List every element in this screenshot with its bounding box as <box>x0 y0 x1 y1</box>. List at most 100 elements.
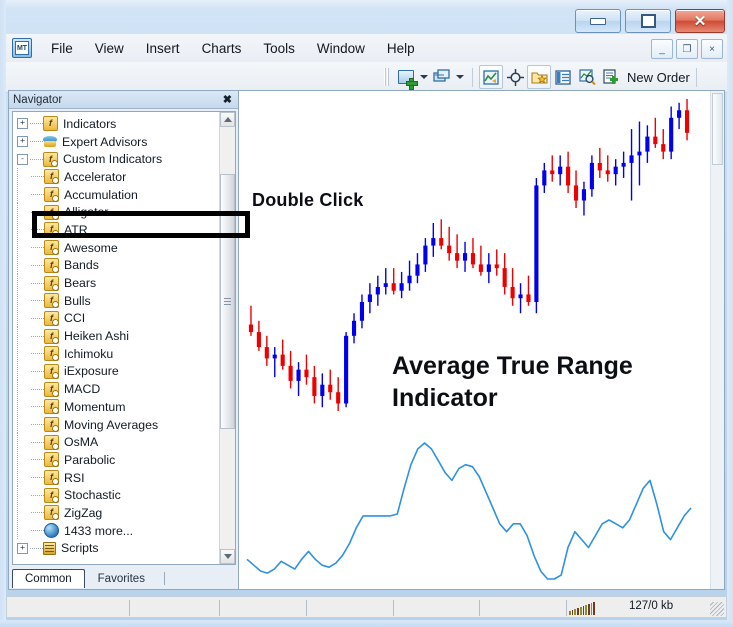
tree-item-1433-more[interactable]: 1433 more... <box>17 521 220 540</box>
tree-item-ichimoku[interactable]: f Ichimoku <box>17 344 220 363</box>
resize-grip[interactable] <box>710 602 724 616</box>
tree-item-osma[interactable]: f OsMA <box>17 433 220 452</box>
window-frame-left <box>0 0 6 627</box>
tree-item-bands[interactable]: f Bands <box>17 256 220 275</box>
close-button[interactable]: ✕ <box>675 9 725 33</box>
tree-item-parabolic[interactable]: f Parabolic <box>17 451 220 469</box>
tree-item-label: Bears <box>64 276 97 291</box>
annotation-double-click: Double Click <box>252 190 364 210</box>
tree-connector <box>17 256 18 275</box>
tree-item-iexposure[interactable]: f iExposure <box>17 362 220 381</box>
price-chart-svg <box>246 99 692 580</box>
signal-bars-icon <box>569 602 596 615</box>
tree-item-label: Moving Averages <box>64 417 159 432</box>
tree-item-alligator[interactable]: f Alligator <box>17 203 220 222</box>
mdi-restore-button[interactable]: ❐ <box>676 39 698 59</box>
menu-insert[interactable]: Insert <box>135 38 191 59</box>
tree-connector <box>17 486 18 505</box>
crosshair-icon[interactable] <box>503 65 527 89</box>
tree-item-awesome[interactable]: f Awesome <box>17 238 220 257</box>
tree-connector <box>17 433 18 452</box>
expand-toggle-icon[interactable]: + <box>17 542 28 554</box>
tree-item-label: Indicators <box>63 116 117 131</box>
function-dot-icon: f <box>44 487 59 503</box>
new-chart-dropdown-icon[interactable] <box>418 66 430 88</box>
minimize-button[interactable] <box>575 9 621 33</box>
tree-item-bears[interactable]: f Bears <box>17 274 220 292</box>
new-chart-icon[interactable] <box>394 65 418 90</box>
menu-charts[interactable]: Charts <box>191 38 253 59</box>
tree-item-expert-advisors[interactable]: + Expert Advisors <box>17 133 220 151</box>
mdi-minimize-button[interactable]: _ <box>651 39 673 59</box>
tree-item-label: 1433 more... <box>64 523 134 538</box>
function-dot-icon: f <box>44 399 59 415</box>
mdi-close-button[interactable]: × <box>701 39 723 59</box>
navigator-tree[interactable]: + f Indicators + Expert Advisors - f Custom Ind… <box>13 112 220 564</box>
tree-connector <box>17 468 18 487</box>
tree-item-label: Accumulation <box>64 187 138 202</box>
function-dot-icon: f <box>43 151 58 167</box>
tree-connector <box>31 300 44 302</box>
tree-connector <box>17 274 18 292</box>
tree-item-moving-averages[interactable]: f Moving Averages <box>17 415 220 434</box>
chart-scrollbar-thumb[interactable] <box>712 93 723 165</box>
tree-item-heiken-ashi[interactable]: f Heiken Ashi <box>17 327 220 345</box>
tab-divider <box>163 572 165 585</box>
tree-item-atr[interactable]: f ATR <box>17 221 220 239</box>
menu-view[interactable]: View <box>84 38 135 59</box>
profiles-dropdown-icon[interactable] <box>454 66 466 88</box>
traffic-label: 127/0 kb <box>629 600 674 612</box>
toolbar: New Order <box>6 62 727 93</box>
tree-item-label: Bands <box>64 258 99 273</box>
menu-window[interactable]: Window <box>306 38 376 59</box>
menu-tools[interactable]: Tools <box>252 38 306 59</box>
tab-common[interactable]: Common <box>12 569 85 588</box>
chart-scrollbar[interactable] <box>710 91 724 589</box>
scroll-up-button[interactable] <box>220 112 235 127</box>
tree-item-rsi[interactable]: f RSI <box>17 468 220 487</box>
expand-toggle-icon[interactable]: + <box>17 136 28 148</box>
function-dot-icon: f <box>44 204 59 220</box>
new-order-button[interactable]: New Order <box>627 70 690 85</box>
toolbar-grip[interactable] <box>384 68 389 86</box>
navigator-scrollbar[interactable] <box>219 112 235 564</box>
tree-connector <box>31 477 44 479</box>
menu-file[interactable]: File <box>40 38 84 59</box>
zoom-icon[interactable] <box>575 65 599 89</box>
tree-item-accumulation[interactable]: f Accumulation <box>17 185 220 204</box>
tree-item-scripts[interactable]: + Scripts <box>17 540 220 558</box>
tree-item-macd[interactable]: f MACD <box>17 380 220 398</box>
new-order-icon[interactable] <box>599 65 623 89</box>
data-window-icon[interactable] <box>551 65 575 89</box>
profiles-icon[interactable] <box>430 65 454 89</box>
chart-canvas-area[interactable] <box>239 91 724 589</box>
expand-toggle-icon[interactable]: + <box>17 118 28 130</box>
tree-item-indicators[interactable]: + f Indicators <box>17 115 220 133</box>
menu-help[interactable]: Help <box>376 38 426 59</box>
scroll-down-button[interactable] <box>220 549 235 564</box>
tree-item-zigzag[interactable]: f ZigZag <box>17 504 220 522</box>
window-frame-right <box>727 0 733 627</box>
navigator-close-icon[interactable]: ✖ <box>220 93 235 106</box>
tree-connector <box>17 185 18 204</box>
tab-favorites[interactable]: Favorites <box>85 569 158 588</box>
scrollbar-thumb[interactable] <box>220 174 235 429</box>
window-frame-bottom <box>0 620 733 627</box>
indicators-icon[interactable] <box>479 65 503 89</box>
templates-icon[interactable] <box>527 65 551 89</box>
tree-item-cci[interactable]: f CCI <box>17 309 220 328</box>
tree-connector <box>17 451 18 469</box>
tree-connector <box>17 398 18 416</box>
chart-window[interactable] <box>238 90 725 590</box>
tree-item-momentum[interactable]: f Momentum <box>17 398 220 416</box>
collapse-toggle-icon[interactable]: - <box>17 153 28 165</box>
maximize-button[interactable] <box>625 9 671 33</box>
function-dot-icon: f <box>44 169 59 185</box>
tree-connector <box>31 264 44 266</box>
tree-item-stochastic[interactable]: f Stochastic <box>17 486 220 505</box>
tree-item-accelerator[interactable]: f Accelerator <box>17 168 220 186</box>
tree-item-bulls[interactable]: f Bulls <box>17 291 220 310</box>
tree-item-custom-indicators[interactable]: - f Custom Indicators <box>17 150 220 168</box>
function-dot-icon: f <box>44 452 59 468</box>
tree-connector <box>17 238 18 257</box>
